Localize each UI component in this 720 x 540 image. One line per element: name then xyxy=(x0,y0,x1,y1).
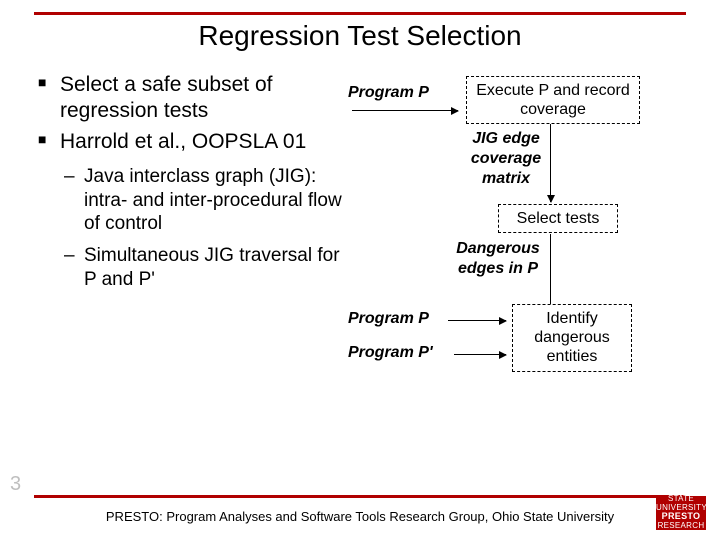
left-column: Select a safe subset of regression tests… xyxy=(34,72,348,488)
box3-line1: Identify xyxy=(546,310,598,327)
bullet-1: Select a safe subset of regression tests xyxy=(38,72,344,125)
box3-line2: dangerous xyxy=(534,329,610,346)
footer-text: PRESTO: Program Analyses and Software To… xyxy=(0,509,720,524)
subbullet-1: Java interclass graph (JIG): intra- and … xyxy=(64,165,344,236)
footer-rule xyxy=(34,495,686,498)
subbullet-2: Simultaneous JIG traversal for P and P' xyxy=(64,244,344,292)
bullet-2: Harrold et al., OOPSLA 01 xyxy=(38,129,344,155)
page-number: 3 xyxy=(10,473,21,496)
label-program-p-top: Program P xyxy=(348,84,429,102)
arrow-p-to-box3 xyxy=(448,320,506,321)
slide-title: Regression Test Selection xyxy=(0,20,720,52)
slide-body: Select a safe subset of regression tests… xyxy=(34,72,696,488)
box-identify: Identify dangerous entities xyxy=(512,304,632,372)
label-program-p-prime: Program P' xyxy=(348,344,433,362)
box-select-tests: Select tests xyxy=(498,204,618,233)
logo-line1: OHIO STATE xyxy=(656,486,706,504)
diagram: Program P Execute P and record coverage … xyxy=(348,72,696,488)
label-dangerous: Dangerous xyxy=(438,240,558,258)
label-matrix: matrix xyxy=(456,170,556,188)
logo-line5: GROUP xyxy=(656,531,706,540)
arrow-pprime-to-box3 xyxy=(454,354,506,355)
arrow-to-box1 xyxy=(352,110,458,111)
label-jig-edge: JIG edge xyxy=(456,130,556,148)
presto-logo: OHIO STATE UNIVERSITY PRESTO RESEARCH GR… xyxy=(656,496,706,530)
label-edges-in-p: edges in P xyxy=(438,260,558,278)
box-execute: Execute P and record coverage xyxy=(466,76,640,124)
box3-line3: entities xyxy=(547,348,598,365)
label-coverage: coverage xyxy=(456,150,556,168)
label-program-p-bottom: Program P xyxy=(348,310,429,328)
header-rule xyxy=(34,12,686,15)
